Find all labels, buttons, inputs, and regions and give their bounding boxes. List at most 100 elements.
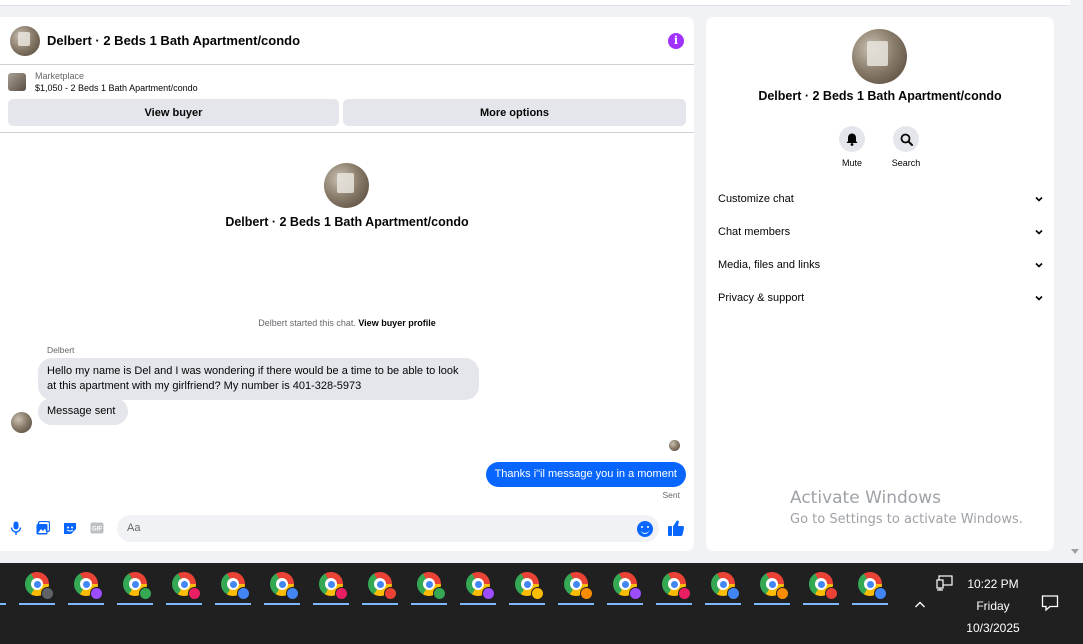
section-label: Chat members bbox=[718, 226, 791, 238]
chrome-taskbar-button[interactable] bbox=[164, 563, 204, 605]
chrome-taskbar-button[interactable] bbox=[213, 563, 253, 605]
chevron-down-icon bbox=[1035, 262, 1043, 268]
more-options-button[interactable]: More options bbox=[343, 99, 686, 126]
listing-summary: $1,050 - 2 Beds 1 Bath Apartment/condo bbox=[35, 83, 198, 93]
chrome-icon bbox=[368, 572, 397, 600]
section-media-files-links[interactable]: Media, files and links bbox=[718, 255, 1044, 275]
chrome-taskbar-button[interactable] bbox=[752, 563, 792, 605]
search-button[interactable]: Search bbox=[886, 126, 926, 168]
profile-badge-icon bbox=[629, 587, 642, 600]
chrome-taskbar-button[interactable] bbox=[311, 563, 351, 605]
notification-icon[interactable] bbox=[1041, 594, 1059, 612]
chrome-taskbar-button[interactable] bbox=[458, 563, 498, 605]
profile-badge-icon bbox=[825, 587, 838, 600]
emoji-icon[interactable] bbox=[637, 520, 653, 537]
chat-avatar[interactable] bbox=[10, 25, 40, 56]
chrome-taskbar-button[interactable] bbox=[801, 563, 841, 605]
chrome-icon bbox=[74, 572, 103, 600]
mute-button[interactable]: Mute bbox=[832, 126, 872, 168]
info-avatar bbox=[852, 29, 907, 84]
profile-badge-icon bbox=[727, 587, 740, 600]
message-list: Delbert · 2 Beds 1 Bath Apartment/condo … bbox=[0, 133, 694, 500]
chat-info-panel: Delbert · 2 Beds 1 Bath Apartment/condo … bbox=[706, 17, 1054, 551]
profile-badge-icon bbox=[41, 587, 54, 600]
sticker-icon[interactable] bbox=[63, 521, 77, 535]
intro-title: Delbert · 2 Beds 1 Bath Apartment/condo bbox=[225, 215, 469, 229]
chevron-up-icon[interactable] bbox=[914, 599, 926, 611]
chat-panel: Delbert · 2 Beds 1 Bath Apartment/condo … bbox=[0, 17, 694, 551]
chrome-icon bbox=[25, 572, 54, 600]
outgoing-message[interactable]: Thanks i"il message you in a moment bbox=[485, 462, 686, 487]
profile-badge-icon bbox=[482, 587, 495, 600]
chrome-icon bbox=[613, 572, 642, 600]
message-input[interactable] bbox=[117, 514, 659, 542]
profile-badge-icon bbox=[90, 587, 103, 600]
network-icon[interactable] bbox=[936, 575, 954, 591]
section-customize-chat[interactable]: Customize chat bbox=[718, 189, 1044, 209]
profile-badge-icon bbox=[237, 587, 250, 600]
view-buyer-button[interactable]: View buyer bbox=[8, 99, 339, 126]
gif-icon[interactable]: GIF bbox=[90, 521, 104, 535]
sender-avatar[interactable] bbox=[11, 412, 32, 433]
info-title: Delbert · 2 Beds 1 Bath Apartment/condo bbox=[758, 89, 1002, 103]
svg-text:GIF: GIF bbox=[92, 527, 102, 533]
chrome-icon bbox=[564, 572, 593, 600]
chat-title[interactable]: Delbert · 2 Beds 1 Bath Apartment/condo bbox=[47, 33, 668, 48]
section-privacy-support[interactable]: Privacy & support bbox=[718, 288, 1044, 308]
chrome-taskbar-button[interactable] bbox=[115, 563, 155, 605]
microphone-icon[interactable] bbox=[9, 521, 23, 535]
chrome-icon bbox=[711, 572, 740, 600]
chrome-taskbar-button[interactable] bbox=[507, 563, 547, 605]
chrome-icon bbox=[466, 572, 495, 600]
activate-windows-watermark: Activate Windows Go to Settings to activ… bbox=[790, 488, 1023, 527]
chrome-taskbar-button[interactable] bbox=[556, 563, 596, 605]
intro-avatar bbox=[324, 163, 369, 208]
photo-icon[interactable] bbox=[36, 521, 50, 535]
chrome-icon bbox=[172, 572, 201, 600]
chat-header: Delbert · 2 Beds 1 Bath Apartment/condo … bbox=[0, 17, 694, 65]
chrome-taskbar-button[interactable] bbox=[850, 563, 890, 605]
chrome-taskbar-button[interactable] bbox=[360, 563, 400, 605]
chrome-icon bbox=[760, 572, 789, 600]
chrome-taskbar-button[interactable] bbox=[262, 563, 302, 605]
section-label: Media, files and links bbox=[718, 259, 821, 271]
thumbs-up-icon[interactable] bbox=[667, 519, 685, 537]
chrome-icon bbox=[319, 572, 348, 600]
chrome-taskbar-button[interactable] bbox=[409, 563, 449, 605]
info-icon[interactable]: i bbox=[668, 32, 684, 49]
incoming-message[interactable]: Hello my name is Del and I was wondering… bbox=[38, 358, 479, 400]
watermark-title: Activate Windows bbox=[790, 488, 941, 508]
marketplace-listing[interactable]: Marketplace $1,050 - 2 Beds 1 Bath Apart… bbox=[0, 65, 694, 97]
started-text: Delbert started this chat. bbox=[258, 318, 356, 328]
message-input-wrapper bbox=[117, 514, 659, 542]
profile-badge-icon bbox=[188, 587, 201, 600]
system-clock[interactable]: 10:22 PM Friday 10/3/2025 bbox=[955, 573, 1031, 639]
profile-badge-icon bbox=[384, 587, 397, 600]
clock-time: 10:22 PM bbox=[967, 577, 1019, 591]
listing-actions: View buyer More options bbox=[0, 97, 694, 133]
marketplace-label: Marketplace bbox=[35, 71, 85, 81]
profile-badge-icon bbox=[776, 587, 789, 600]
search-label: Search bbox=[891, 158, 921, 168]
section-chat-members[interactable]: Chat members bbox=[718, 222, 1044, 242]
profile-badge-icon bbox=[335, 587, 348, 600]
incoming-message[interactable]: Message sent bbox=[38, 398, 128, 425]
watermark-subtitle: Go to Settings to activate Windows. bbox=[790, 512, 1023, 527]
listing-thumbnail bbox=[8, 73, 26, 91]
profile-badge-icon bbox=[531, 587, 544, 600]
chrome-icon bbox=[417, 572, 446, 600]
chrome-taskbar-button[interactable] bbox=[66, 563, 106, 605]
view-buyer-profile-link[interactable]: View buyer profile bbox=[358, 318, 435, 328]
read-receipt-avatar bbox=[669, 440, 680, 451]
chrome-taskbar-button[interactable] bbox=[703, 563, 743, 605]
top-bar bbox=[0, 0, 1070, 6]
taskbar-edge-indicator bbox=[0, 603, 6, 605]
composer: GIF bbox=[0, 514, 694, 542]
scrollbar-down-arrow[interactable] bbox=[1071, 549, 1079, 554]
chrome-taskbar-button[interactable] bbox=[654, 563, 694, 605]
chrome-taskbar-button[interactable] bbox=[17, 563, 57, 605]
bell-icon bbox=[839, 126, 865, 152]
chrome-taskbar-button[interactable] bbox=[605, 563, 645, 605]
profile-badge-icon bbox=[678, 587, 691, 600]
sent-status: Sent bbox=[662, 490, 681, 500]
